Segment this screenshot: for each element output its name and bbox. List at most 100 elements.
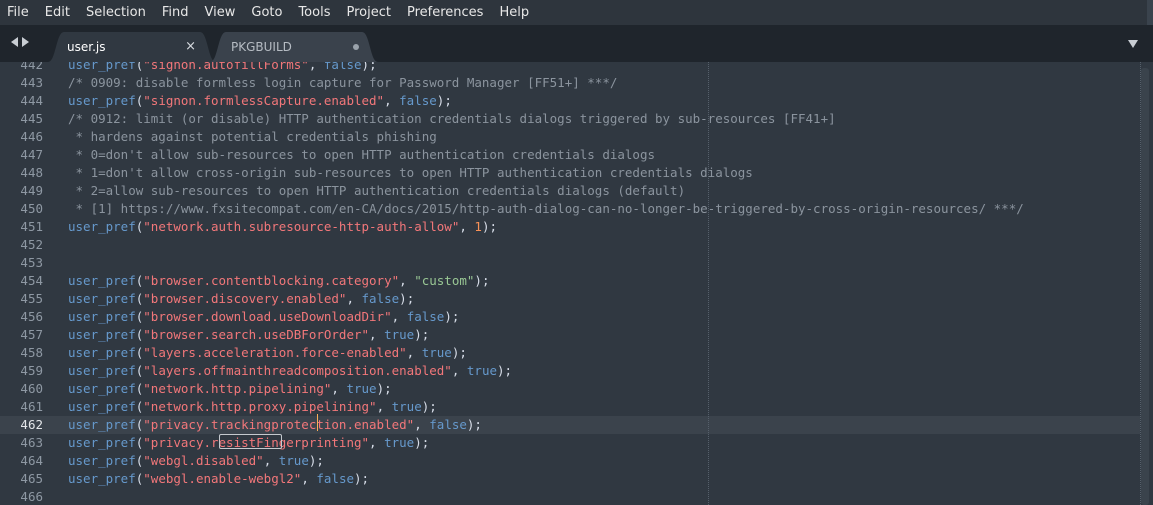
code-line[interactable]: user_pref("browser.download.useDownloadD… xyxy=(68,308,459,326)
code-line[interactable]: user_pref("layers.offmainthreadcompositi… xyxy=(68,362,512,380)
code-line[interactable]: user_pref("browser.search.useDBForOrder"… xyxy=(68,326,429,344)
code-token: , xyxy=(451,363,467,378)
code-line[interactable]: user_pref("network.http.pipelining", tru… xyxy=(68,380,392,398)
code-token: user_pref xyxy=(68,345,136,360)
code-line[interactable]: user_pref("privacy.trackingprotection.en… xyxy=(68,416,482,434)
code-token: ); xyxy=(414,327,430,342)
code-token: user_pref xyxy=(68,291,136,306)
code-token: "browser.contentblocking.category" xyxy=(143,273,400,288)
line-number: 455 xyxy=(20,291,43,306)
menu-selection[interactable]: Selection xyxy=(78,0,154,25)
line-number: 454 xyxy=(20,273,43,288)
menu-goto[interactable]: Goto xyxy=(243,0,290,25)
code-token: ); xyxy=(399,291,415,306)
code-token: "network.auth.subresource-http-auth-allo… xyxy=(143,219,460,234)
code-line[interactable]: * 0=don't allow sub-resources to open HT… xyxy=(68,146,655,164)
code-token: , xyxy=(406,345,422,360)
code-token: "webgl.enable-webgl2" xyxy=(143,471,302,486)
code-token: /* 0912: limit (or disable) HTTP authent… xyxy=(68,111,836,126)
code-token: ); xyxy=(361,62,377,72)
code-line[interactable]: * hardens against potential credentials … xyxy=(68,128,437,146)
menu-edit[interactable]: Edit xyxy=(37,0,78,25)
code-token: * [1] https://www.fxsitecompat.com/en-CA… xyxy=(68,201,1024,216)
code-editor[interactable]: 442 443 444 445 446 447 448 449 450 451 452 453 454 4… xyxy=(0,62,1153,505)
menu-file[interactable]: File xyxy=(0,0,37,25)
menu-tools[interactable]: Tools xyxy=(290,0,338,25)
code-token: user_pref xyxy=(68,219,136,234)
code-line[interactable]: /* 0912: limit (or disable) HTTP authent… xyxy=(68,110,836,128)
line-number: 456 xyxy=(20,309,43,324)
code-token: true xyxy=(421,345,452,360)
code-token: * 1=don't allow cross-origin sub-resourc… xyxy=(68,165,753,180)
menu-project[interactable]: Project xyxy=(338,0,398,25)
line-number: 453 xyxy=(20,255,43,270)
code-line[interactable]: user_pref("webgl.enable-webgl2", false); xyxy=(68,470,369,488)
tab-nav xyxy=(11,37,29,51)
close-icon[interactable]: × xyxy=(185,40,196,54)
code-token: , xyxy=(399,273,415,288)
code-token: , xyxy=(331,381,347,396)
code-token: user_pref xyxy=(68,93,136,108)
line-number: 457 xyxy=(20,327,43,342)
tab-user-js[interactable]: user.js × xyxy=(48,32,216,62)
code-line[interactable]: user_pref("signon.formlessCapture.enable… xyxy=(68,92,452,110)
menu-view[interactable]: View xyxy=(197,0,244,25)
code-token: "signon.autofillForms" xyxy=(143,62,309,72)
code-line[interactable]: user_pref("browser.contentblocking.categ… xyxy=(68,272,489,290)
code-token: user_pref xyxy=(68,453,136,468)
code-token: , xyxy=(391,309,407,324)
code-token: ); xyxy=(436,93,452,108)
code-token: ); xyxy=(451,345,467,360)
code-line[interactable]: user_pref("network.http.proxy.pipelining… xyxy=(68,398,437,416)
tab-pkgbuild[interactable]: PKGBUILD xyxy=(210,32,378,62)
code-line[interactable]: user_pref("network.auth.subresource-http… xyxy=(68,218,497,236)
unsaved-dot-icon[interactable] xyxy=(353,44,359,50)
code-line[interactable]: * 1=don't allow cross-origin sub-resourc… xyxy=(68,164,753,182)
code-line[interactable]: /* 0909: disable formless login capture … xyxy=(68,74,617,92)
code-token: /* 0909: disable formless login capture … xyxy=(68,75,618,90)
code-token: ); xyxy=(466,417,482,432)
code-token: , xyxy=(369,327,385,342)
code-token: user_pref xyxy=(68,309,136,324)
line-number: 447 xyxy=(20,147,43,162)
menu-help[interactable]: Help xyxy=(491,0,537,25)
line-number: 459 xyxy=(20,363,43,378)
editor-window: File Edit Selection Find View Goto Tools… xyxy=(0,0,1153,505)
line-number: 444 xyxy=(20,93,43,108)
code-token: user_pref xyxy=(68,417,136,432)
code-line[interactable]: * 2=allow sub-resources to open HTTP aut… xyxy=(68,182,686,200)
code-token: user_pref xyxy=(68,399,136,414)
code-token: ); xyxy=(421,399,437,414)
chevron-left-icon[interactable] xyxy=(11,37,18,47)
code-token: , xyxy=(459,219,475,234)
code-token: true xyxy=(466,363,497,378)
code-token: , xyxy=(414,417,430,432)
code-token: user_pref xyxy=(68,363,136,378)
tab-dropdown-icon[interactable] xyxy=(1128,40,1138,48)
code-line[interactable]: user_pref("browser.discovery.enabled", f… xyxy=(68,290,414,308)
code-token: , xyxy=(384,93,400,108)
line-number: 450 xyxy=(20,201,43,216)
line-number: 451 xyxy=(20,219,43,234)
code-line[interactable]: user_pref("signon.autofillForms", false)… xyxy=(68,62,377,74)
ruler-guide xyxy=(708,62,709,505)
code-token: "privacy.trackingprotection.enabled" xyxy=(143,417,415,432)
code-token: ); xyxy=(481,219,497,234)
code-token: , xyxy=(263,453,279,468)
line-number: 460 xyxy=(20,381,43,396)
line-number: 465 xyxy=(20,471,43,486)
vertical-scrollbar[interactable] xyxy=(1141,68,1149,505)
code-token: true xyxy=(384,435,415,450)
code-line[interactable]: user_pref("layers.acceleration.force-ena… xyxy=(68,344,467,362)
menu-preferences[interactable]: Preferences xyxy=(399,0,491,25)
code-line[interactable]: * [1] https://www.fxsitecompat.com/en-CA… xyxy=(68,200,1024,218)
code-token: false xyxy=(399,93,437,108)
code-token: false xyxy=(429,417,467,432)
menu-find[interactable]: Find xyxy=(154,0,197,25)
chevron-right-icon[interactable] xyxy=(22,37,29,47)
code-token: "browser.search.useDBForOrder" xyxy=(143,327,370,342)
line-number: 466 xyxy=(20,489,43,504)
code-token: ); xyxy=(497,363,513,378)
code-token: true xyxy=(346,381,377,396)
code-line[interactable]: user_pref("webgl.disabled", true); xyxy=(68,452,324,470)
